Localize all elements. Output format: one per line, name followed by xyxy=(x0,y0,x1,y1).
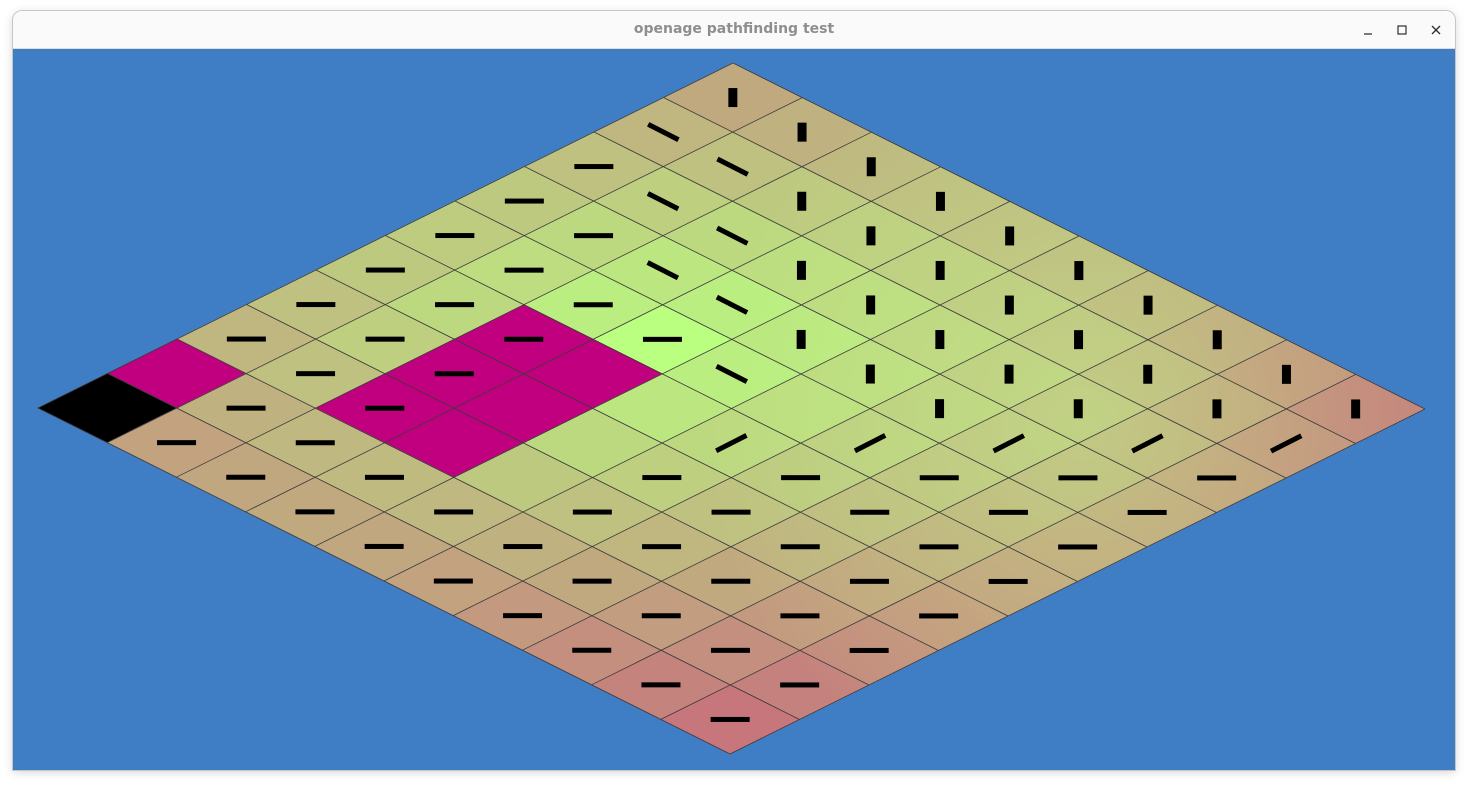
flow-arrow-horizontal xyxy=(642,544,682,550)
flow-arrow-horizontal xyxy=(504,198,544,204)
flow-arrow-horizontal xyxy=(435,302,475,308)
flow-arrow-horizontal xyxy=(780,682,820,688)
minimize-button[interactable] xyxy=(1355,17,1381,43)
flow-arrow-vertical xyxy=(1005,226,1015,246)
flow-arrow-horizontal xyxy=(295,509,335,515)
render-viewport[interactable] xyxy=(13,49,1455,770)
flow-arrow-vertical xyxy=(1074,330,1084,350)
flow-arrow-vertical xyxy=(1004,295,1014,315)
flow-arrow-vertical xyxy=(935,191,945,211)
flow-arrow-horizontal xyxy=(710,647,750,653)
flow-arrow-horizontal xyxy=(642,475,682,481)
flow-arrow-horizontal xyxy=(711,509,751,515)
flow-arrow-horizontal xyxy=(435,233,475,239)
flow-arrow-horizontal xyxy=(296,302,336,308)
flow-arrow-vertical xyxy=(796,329,806,349)
flow-arrow-horizontal xyxy=(574,233,614,239)
flow-arrow-horizontal xyxy=(365,405,405,411)
maximize-button[interactable] xyxy=(1389,17,1415,43)
pathfinding-grid xyxy=(37,62,1426,755)
flow-arrow-horizontal xyxy=(1058,544,1098,550)
flow-arrow-horizontal xyxy=(572,647,612,653)
close-icon xyxy=(1431,25,1441,35)
window-title: openage pathfinding test xyxy=(633,21,835,37)
title-bar[interactable]: openage pathfinding test xyxy=(13,11,1455,49)
flow-arrow-vertical xyxy=(935,330,945,350)
flow-arrow-vertical xyxy=(935,260,945,280)
flow-arrow-vertical xyxy=(1351,399,1361,419)
flow-arrow-horizontal xyxy=(1058,475,1098,481)
flow-arrow-horizontal xyxy=(849,647,889,653)
flow-arrow-horizontal xyxy=(364,474,404,480)
flow-arrow-horizontal xyxy=(710,716,750,722)
flow-arrow-horizontal xyxy=(711,578,751,584)
flow-arrow-horizontal xyxy=(503,544,543,550)
flow-arrow-horizontal xyxy=(988,578,1028,584)
flow-arrow-vertical xyxy=(796,260,806,280)
flow-arrow-horizontal xyxy=(226,474,266,480)
flow-arrow-horizontal xyxy=(573,302,613,308)
flow-arrow-horizontal xyxy=(641,682,681,688)
flow-arrow-vertical xyxy=(1212,330,1222,350)
flow-arrow-horizontal xyxy=(296,371,336,377)
flow-arrow-horizontal xyxy=(364,543,404,549)
flow-arrow-horizontal xyxy=(641,613,681,619)
flow-arrow-horizontal xyxy=(434,509,474,515)
flow-arrow-vertical xyxy=(728,88,738,108)
flow-arrow-horizontal xyxy=(780,613,820,619)
flow-arrow-horizontal xyxy=(850,509,890,515)
flow-arrow-horizontal xyxy=(226,405,266,411)
flow-arrow-horizontal xyxy=(780,544,820,550)
flow-arrow-vertical xyxy=(797,191,807,211)
flow-arrow-vertical xyxy=(1281,364,1291,384)
flow-arrow-horizontal xyxy=(504,267,544,273)
flow-arrow-horizontal xyxy=(226,336,266,342)
flow-arrow-vertical xyxy=(866,295,876,315)
flow-arrow-vertical xyxy=(1004,364,1014,384)
flow-arrow-horizontal xyxy=(781,475,821,481)
flow-arrow-vertical xyxy=(1143,295,1153,315)
flow-arrow-horizontal xyxy=(849,578,889,584)
flow-arrow-horizontal xyxy=(365,267,405,273)
flow-arrow-horizontal xyxy=(572,578,612,584)
flow-arrow-horizontal xyxy=(365,336,405,342)
flow-arrow-vertical xyxy=(865,364,875,384)
minimize-icon xyxy=(1364,33,1372,35)
flow-arrow-horizontal xyxy=(919,475,959,481)
flow-arrow-horizontal xyxy=(572,509,612,515)
flow-arrow-vertical xyxy=(935,399,945,419)
flow-arrow-vertical xyxy=(1212,399,1222,419)
flow-arrow-horizontal xyxy=(503,613,543,619)
flow-arrow-horizontal xyxy=(919,613,959,619)
flow-arrow-horizontal xyxy=(295,440,335,446)
flow-arrow-horizontal xyxy=(642,336,682,342)
flow-arrow-horizontal xyxy=(157,440,197,446)
flow-arrow-vertical xyxy=(866,226,876,246)
flow-arrow-horizontal xyxy=(919,544,959,550)
flow-arrow-horizontal xyxy=(434,371,474,377)
flow-arrow-horizontal xyxy=(433,578,473,584)
flow-arrow-vertical xyxy=(1073,399,1083,419)
flow-arrow-horizontal xyxy=(504,336,544,342)
maximize-icon xyxy=(1397,25,1407,35)
flow-arrow-horizontal xyxy=(1197,475,1237,481)
flow-arrow-horizontal xyxy=(1127,509,1167,515)
flow-arrow-horizontal xyxy=(574,164,614,170)
flow-arrow-horizontal xyxy=(988,509,1028,515)
flow-arrow-vertical xyxy=(1074,261,1084,281)
close-button[interactable] xyxy=(1423,17,1449,43)
flow-arrow-vertical xyxy=(866,157,876,177)
app-window: openage pathfinding test xyxy=(13,11,1455,770)
flow-arrow-vertical xyxy=(797,122,807,142)
flow-arrow-vertical xyxy=(1143,364,1153,384)
